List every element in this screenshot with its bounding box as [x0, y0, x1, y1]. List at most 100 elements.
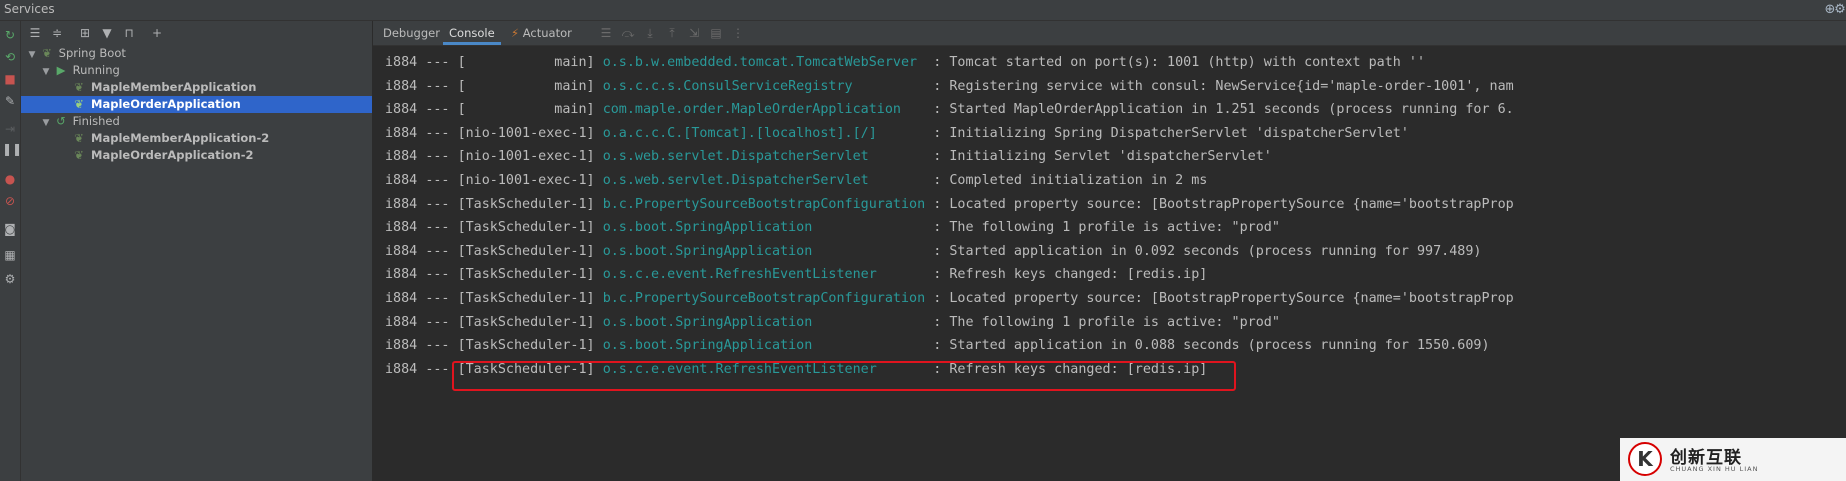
settings-icon[interactable]: ⚙: [2, 271, 18, 287]
tool-window-header: Services ⊕ ⚙: [0, 0, 1846, 21]
log-logger[interactable]: o.s.c.c.s.ConsulServiceRegistry: [603, 79, 853, 94]
run-tab-bar: Debugger Console ⚡ Actuator ☰ ⤼ ⤓ ⤒ ⇲ ▤ …: [373, 21, 1846, 46]
log-logger[interactable]: com.maple.order.MapleOrderApplication: [603, 102, 901, 117]
log-pid: i884: [385, 220, 426, 236]
services-tool-window: Services ⊕ ⚙ ↻ ⟲ ■ ✎ ⇥ ❚❚ ● ⊘ ◙ ▦ ⚙ ☰ ≑ …: [0, 0, 1846, 481]
log-thread: [ main]: [457, 78, 603, 94]
chevron-down-icon[interactable]: ▼: [39, 64, 53, 81]
tree-item-label: MapleOrderApplication: [91, 97, 241, 111]
log-pid: i884: [385, 55, 426, 70]
log-padding: [812, 220, 933, 235]
log-pid: i884: [385, 267, 426, 283]
chevron-down-icon[interactable]: ▼: [39, 115, 53, 132]
layout-icon[interactable]: ▦: [2, 247, 18, 263]
tree-node-label: Running: [72, 63, 120, 77]
tree-item-maple-order-app-2[interactable]: ❦ MapleOrderApplication-2: [71, 147, 253, 164]
group-by-icon[interactable]: ⊞: [77, 25, 93, 41]
log-pid: i884: [385, 361, 426, 377]
log-logger[interactable]: o.a.c.c.C.[Tomcat].[localhost].[/]: [603, 126, 877, 141]
camera-icon[interactable]: ◙: [2, 221, 18, 237]
tree-node-running[interactable]: ▼ ▶ Running: [39, 62, 120, 79]
gear-icon[interactable]: ⚙: [1832, 2, 1846, 18]
log-message: : Started application in 0.088 seconds (…: [933, 338, 1490, 354]
log-line: i884 --- [TaskScheduler-1] o.s.boot.Spri…: [385, 334, 1490, 358]
pause-icon[interactable]: ❚❚: [2, 141, 22, 157]
tree-node-finished[interactable]: ▼ ↺ Finished: [39, 113, 120, 130]
log-padding: [869, 149, 934, 164]
more-icon[interactable]: ⋮: [730, 25, 746, 41]
log-line: i884 --- [TaskScheduler-1] b.c.PropertyS…: [385, 193, 1514, 217]
log-thread: [TaskScheduler-1]: [457, 314, 603, 330]
log-logger[interactable]: o.s.b.w.embedded.tomcat.TomcatWebServer: [603, 55, 917, 70]
tab-console[interactable]: Console: [443, 21, 501, 45]
tab-actuator[interactable]: ⚡ Actuator: [505, 21, 578, 45]
log-logger[interactable]: o.s.boot.SpringApplication: [603, 338, 813, 353]
rerun-icon[interactable]: ↻: [2, 27, 18, 43]
log-separator: ---: [425, 267, 458, 283]
spring-boot-leaf-icon: ❦: [74, 97, 84, 111]
expand-all-icon[interactable]: ☰: [27, 25, 43, 41]
log-pid: i884: [385, 125, 426, 141]
spring-boot-leaf-icon: ❦: [74, 131, 84, 145]
log-padding: [901, 102, 933, 117]
wrench-icon[interactable]: ✎: [2, 93, 18, 109]
breakpoints-icon[interactable]: ●: [2, 171, 18, 187]
log-line: i884 --- [TaskScheduler-1] o.s.c.e.event…: [385, 263, 1207, 287]
log-line: i884 --- [TaskScheduler-1] o.s.boot.Spri…: [385, 240, 1481, 264]
stop-icon[interactable]: ■: [2, 71, 18, 87]
log-pid: i884: [385, 173, 426, 188]
mute-breakpoints-icon[interactable]: ⊘: [2, 193, 18, 209]
evaluate-icon[interactable]: ▤: [708, 25, 724, 41]
log-thread: [ main]: [457, 102, 603, 118]
log-separator: ---: [425, 196, 458, 212]
tree-node-spring-boot[interactable]: ▼ ❦ Spring Boot: [25, 45, 126, 62]
step-over-icon[interactable]: ⤼: [620, 25, 636, 41]
brand-logo-icon: K: [1628, 442, 1662, 476]
log-line: i884 --- [ main] com.maple.order.MapleOr…: [385, 98, 1514, 122]
log-padding: [877, 126, 933, 141]
console-output[interactable]: i884 --- [ main] o.s.b.w.embedded.tomcat…: [373, 46, 1846, 481]
log-message: : Located property source: [BootstrapPro…: [933, 196, 1514, 212]
filter-icon[interactable]: ▼: [99, 25, 115, 41]
services-tree-panel: ☰ ≑ ⊞ ▼ ⊓ + ▼ ❦ Spring Boot ▼ ▶ Running ❦ …: [21, 21, 373, 481]
rerun-debug-icon[interactable]: ⟲: [2, 49, 18, 65]
run-to-cursor-icon[interactable]: ⇲: [686, 25, 702, 41]
log-message: : Completed initialization in 2 ms: [933, 173, 1208, 188]
chevron-down-icon[interactable]: ▼: [25, 47, 39, 64]
collapse-all-icon[interactable]: ≑: [49, 25, 65, 41]
tree-item-maple-order-app[interactable]: ❦ MapleOrderApplication: [71, 96, 241, 113]
log-logger[interactable]: b.c.PropertySourceBootstrapConfiguration: [603, 291, 925, 306]
log-logger[interactable]: o.s.web.servlet.DispatcherServlet: [603, 173, 869, 188]
tab-debugger[interactable]: Debugger: [377, 21, 446, 45]
highlighted-log-line-box: [452, 361, 1236, 391]
step-out-icon[interactable]: ⤒: [664, 25, 680, 41]
restore-layout-icon[interactable]: ☰: [598, 25, 614, 41]
step-icon[interactable]: ⇥: [2, 121, 18, 137]
log-padding: [812, 244, 933, 259]
log-logger[interactable]: o.s.boot.SpringApplication: [603, 315, 813, 330]
tree-item-maple-member-app-2[interactable]: ❦ MapleMemberApplication-2: [71, 130, 269, 147]
log-logger[interactable]: b.c.PropertySourceBootstrapConfiguration: [603, 197, 925, 212]
log-thread: [TaskScheduler-1]: [457, 338, 603, 354]
add-icon[interactable]: +: [149, 25, 165, 41]
log-logger[interactable]: o.s.boot.SpringApplication: [603, 220, 813, 235]
log-separator: ---: [425, 78, 458, 94]
tree-item-label: MapleOrderApplication-2: [91, 148, 254, 162]
log-message: : Initializing Spring DispatcherServlet …: [933, 125, 1409, 141]
log-line: i884 --- [nio-1001-exec-1] o.s.web.servl…: [385, 169, 1207, 193]
log-padding: [869, 173, 934, 188]
step-into-icon[interactable]: ⤓: [642, 25, 658, 41]
log-separator: ---: [425, 102, 458, 118]
log-line: i884 --- [TaskScheduler-1] o.s.boot.Spri…: [385, 311, 1280, 335]
log-logger[interactable]: o.s.c.e.event.RefreshEventListener: [603, 267, 877, 282]
log-logger[interactable]: o.s.boot.SpringApplication: [603, 244, 813, 259]
tree-toolbar: ☰ ≑ ⊞ ▼ ⊓ +: [21, 21, 372, 45]
log-thread: [nio-1001-exec-1]: [457, 149, 603, 165]
log-separator: ---: [425, 55, 458, 70]
tree-item-maple-member-app[interactable]: ❦ MapleMemberApplication: [71, 79, 256, 96]
log-thread: [ main]: [457, 55, 603, 70]
log-logger[interactable]: o.s.web.servlet.DispatcherServlet: [603, 149, 869, 164]
log-padding: [917, 55, 933, 70]
open-in-window-icon[interactable]: ⊓: [121, 25, 137, 41]
log-separator: ---: [425, 125, 458, 141]
